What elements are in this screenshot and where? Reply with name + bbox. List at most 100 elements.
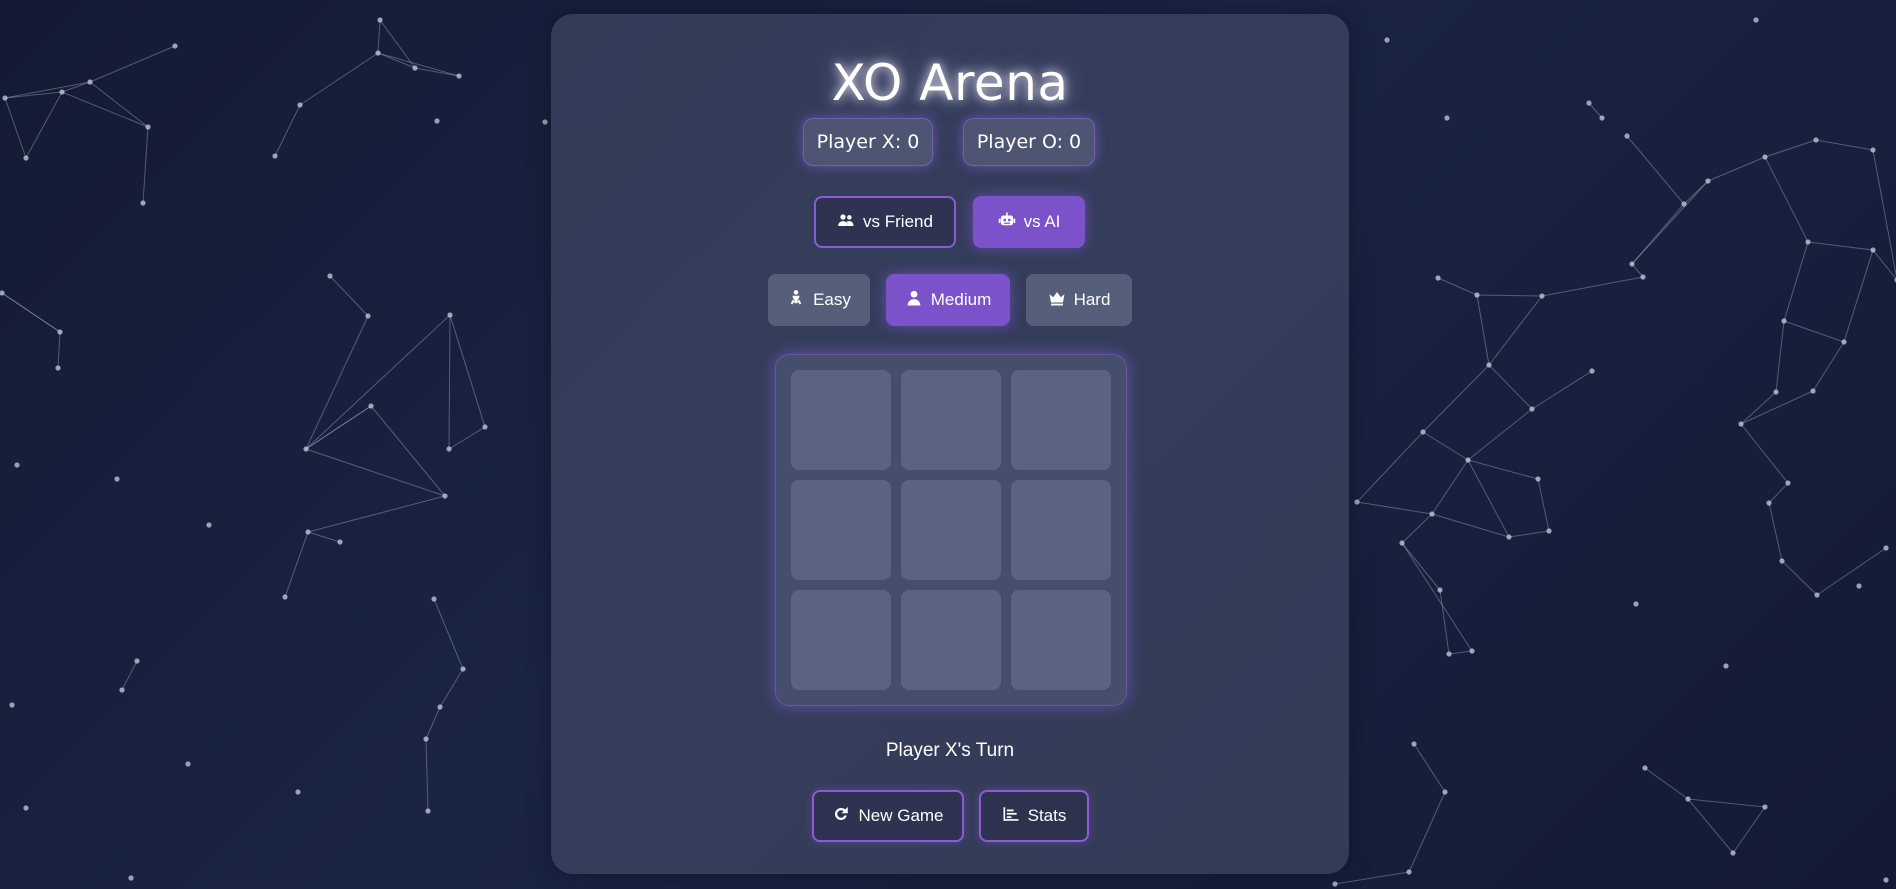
constellation-star [1469, 648, 1475, 654]
constellation-star [1442, 789, 1448, 795]
constellation-star [1444, 115, 1450, 121]
difficulty-easy-button[interactable]: Easy [768, 274, 870, 326]
constellation-line [1422, 364, 1490, 433]
constellation-star [1753, 17, 1759, 23]
board-cell-5[interactable] [901, 480, 1001, 580]
turn-status: Player X's Turn [885, 740, 1015, 761]
crown-icon [1048, 289, 1066, 312]
vs-ai-button[interactable]: vs AI [973, 196, 1085, 248]
constellation-star [1805, 239, 1811, 245]
constellation-line [414, 67, 460, 77]
board-cell-3[interactable] [1011, 370, 1111, 470]
constellation-star [1883, 877, 1889, 883]
constellation-star [1762, 804, 1768, 810]
constellation-line [448, 314, 451, 450]
constellation-star [1814, 592, 1820, 598]
board-cell-2[interactable] [901, 370, 1001, 470]
constellation-star [23, 155, 29, 161]
constellation-star [1810, 388, 1816, 394]
constellation-star [272, 153, 278, 159]
constellation-star [134, 658, 140, 664]
new-game-button[interactable]: New Game [812, 790, 964, 842]
constellation-star [368, 403, 374, 409]
board-cell-1[interactable] [791, 370, 891, 470]
board-cell-8[interactable] [901, 590, 1001, 690]
constellation-star [1640, 274, 1646, 280]
constellation-star [1629, 261, 1635, 267]
constellation-line [1531, 370, 1593, 410]
constellation-line [377, 52, 460, 77]
constellation-star [305, 529, 311, 535]
person-icon [905, 289, 923, 312]
constellation-star [1529, 406, 1535, 412]
constellation-line [329, 275, 369, 317]
constellation-line [1740, 391, 1777, 425]
constellation-line [1783, 241, 1809, 322]
board-cell-6[interactable] [1011, 480, 1111, 580]
constellation-star [1465, 457, 1471, 463]
constellation-line [1356, 501, 1433, 515]
constellation-line [370, 405, 446, 497]
constellation-line [1588, 102, 1603, 119]
constellation-star [206, 522, 212, 528]
constellation-line [274, 104, 301, 157]
constellation-line [1467, 459, 1539, 480]
constellation-line [1401, 542, 1441, 591]
constellation-star [23, 805, 29, 811]
constellation-line [307, 531, 341, 543]
difficulty-hard-button[interactable]: Hard [1026, 274, 1132, 326]
constellation-line [305, 448, 446, 497]
constellation-star [172, 43, 178, 49]
vs-friend-button[interactable]: vs Friend [814, 196, 956, 248]
constellation-line [1764, 139, 1817, 158]
constellation-line [1541, 276, 1644, 297]
constellation-star [140, 200, 146, 206]
constellation-star [59, 89, 65, 95]
constellation-star [185, 761, 191, 767]
constellation-line [1401, 513, 1433, 544]
constellation-line [1431, 513, 1510, 538]
constellation-star [1738, 421, 1744, 427]
constellation-star [1332, 881, 1338, 887]
constellation-line [1781, 560, 1818, 596]
constellation-line [61, 81, 91, 93]
constellation-star [1779, 558, 1785, 564]
constellation-line [142, 126, 149, 204]
constellation-line [1476, 294, 1543, 297]
constellation-star [1384, 37, 1390, 43]
new-game-label: New Game [858, 806, 944, 825]
constellation-star [425, 808, 431, 814]
constellation-star [1411, 741, 1417, 747]
board-cell-7[interactable] [791, 590, 891, 690]
constellation-line [1437, 277, 1478, 296]
stats-button[interactable]: Stats [979, 790, 1089, 842]
constellation-star [1841, 339, 1847, 345]
score-player-o: Player O: 0 [963, 118, 1095, 166]
constellation-star [337, 539, 343, 545]
constellation-star [460, 666, 466, 672]
difficulty-medium-button[interactable]: Medium [886, 274, 1010, 326]
constellation-star [303, 446, 309, 452]
constellation-line [1537, 478, 1550, 532]
constellation-star [1685, 796, 1691, 802]
constellation-line [57, 331, 61, 369]
board-cell-9[interactable] [1011, 590, 1111, 690]
constellation-line [1816, 547, 1887, 596]
baby-icon [787, 289, 805, 312]
constellation-star [1723, 663, 1729, 669]
constellation-line [1508, 530, 1550, 538]
constellation-star [442, 493, 448, 499]
board-cell-4[interactable] [791, 480, 891, 580]
constellation-line [1448, 650, 1473, 655]
constellation-line [1872, 149, 1896, 278]
constellation-line [4, 97, 27, 159]
constellation-line [1413, 743, 1446, 793]
constellation-star [542, 119, 548, 125]
constellation-line [1843, 249, 1874, 343]
constellation-star [1762, 154, 1768, 160]
constellation-star [1437, 587, 1443, 593]
app-title: XO Arena [831, 54, 1069, 112]
vs-friend-label: vs Friend [863, 212, 933, 231]
constellation-line [1807, 241, 1874, 251]
constellation-line [433, 598, 464, 670]
